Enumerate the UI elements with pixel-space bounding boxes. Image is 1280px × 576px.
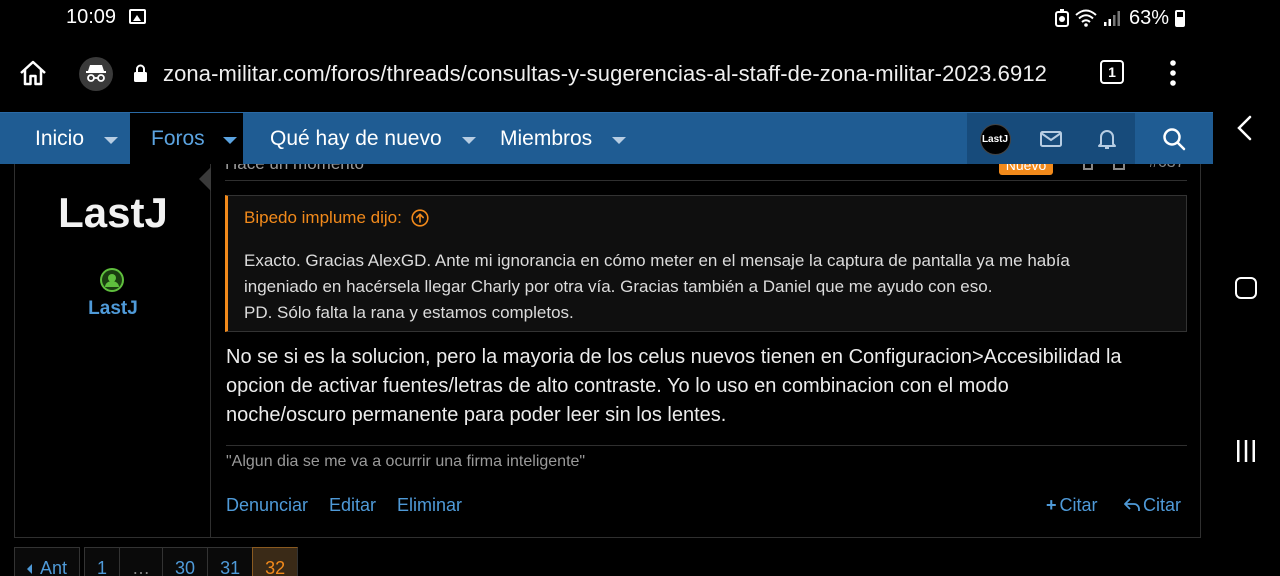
- status-indicators: 63%: [1055, 6, 1186, 30]
- reply-icon: [1124, 498, 1140, 511]
- nav-item-miembros[interactable]: Miembros: [500, 113, 627, 165]
- username-link[interactable]: LastJ: [15, 298, 211, 320]
- post-number[interactable]: #637: [1149, 164, 1185, 172]
- battery-saver-icon: [1055, 9, 1069, 27]
- signature: "Algun dia se me va a ocurrir una firma …: [226, 445, 1187, 471]
- alerts-button[interactable]: [1079, 113, 1135, 165]
- search-button[interactable]: [1135, 113, 1213, 165]
- quote-body: Exacto. Gracias AlexGD. Ante mi ignoranc…: [244, 248, 1174, 326]
- nav-item-inicio[interactable]: Inicio: [35, 113, 119, 165]
- browser-url-bar: zona-militar.com/foros/threads/consultas…: [0, 36, 1213, 112]
- chevron-down-icon[interactable]: [612, 136, 627, 144]
- post-body-line: noche/oscuro permanente para poder leer …: [226, 404, 727, 426]
- report-link[interactable]: Denunciar: [226, 495, 308, 516]
- tabs-count-icon[interactable]: 1: [1100, 60, 1124, 84]
- account-button[interactable]: LastJ: [967, 113, 1023, 165]
- edit-link[interactable]: Editar: [329, 495, 376, 516]
- url-text[interactable]: zona-militar.com/foros/threads/consultas…: [163, 61, 1047, 87]
- post-body-line: No se si es la solucion, pero la mayoria…: [226, 346, 1122, 368]
- page-ellipsis-button[interactable]: …: [119, 547, 163, 576]
- wifi-icon: [1075, 9, 1097, 27]
- post-header: Hace un momento Nuevo #637: [225, 164, 1187, 181]
- bell-icon: [1098, 130, 1116, 149]
- chevron-left-icon: [27, 564, 32, 574]
- forum-nav: Inicio Foros Qué hay de nuevo Miembros L…: [0, 112, 1213, 165]
- prev-page-button[interactable]: Ant: [14, 547, 81, 576]
- page-numbers: 1 … 30 31 32: [84, 547, 299, 576]
- current-page-button[interactable]: 32: [252, 547, 299, 576]
- quote-button[interactable]: Citar: [1124, 495, 1181, 516]
- signal-icon: [1104, 11, 1120, 26]
- quote-line: PD. Sólo falta la rana y estamos complet…: [244, 303, 574, 322]
- quote-header[interactable]: Bipedo implume dijo:: [244, 208, 429, 228]
- chevron-down-icon[interactable]: [104, 136, 119, 144]
- android-home-icon[interactable]: [1235, 277, 1257, 299]
- envelope-icon: [1040, 131, 1062, 147]
- bookmark-icon[interactable]: [1113, 164, 1125, 170]
- prev-page-label: Ant: [40, 558, 68, 576]
- nav-item-label: Qué hay de nuevo: [270, 127, 442, 150]
- forum-page: Inicio Foros Qué hay de nuevo Miembros L…: [0, 112, 1213, 576]
- avatar: LastJ: [979, 123, 1011, 155]
- new-badge: Nuevo: [999, 164, 1053, 175]
- chevron-down-icon[interactable]: [222, 136, 237, 144]
- multiquote-label: Citar: [1059, 495, 1098, 515]
- page-button[interactable]: 30: [162, 547, 208, 576]
- quote-line: Exacto. Gracias AlexGD. Ante mi ignoranc…: [244, 251, 1070, 270]
- post: LastJ LastJ Hace un momento Nuevo #637 B…: [14, 164, 1201, 538]
- multiquote-button[interactable]: + Citar: [1046, 495, 1098, 516]
- quote-author[interactable]: Bipedo implume dijo:: [244, 208, 402, 228]
- more-menu-icon[interactable]: [1163, 58, 1183, 88]
- home-icon[interactable]: [18, 58, 48, 88]
- arrow-up-circle-icon[interactable]: [411, 209, 429, 227]
- status-bar: 10:09 63%: [0, 0, 1213, 36]
- delete-link[interactable]: Eliminar: [397, 495, 462, 516]
- inbox-button[interactable]: [1023, 113, 1079, 165]
- lock-icon: [134, 64, 147, 82]
- battery-percent: 63%: [1129, 6, 1170, 29]
- quote-block: Bipedo implume dijo: Exacto. Gracias Ale…: [225, 195, 1187, 332]
- image-notification-icon: [129, 9, 146, 24]
- status-time: 10:09: [66, 6, 117, 28]
- pointer-arrow-icon: [199, 167, 211, 191]
- quote-line: ingeniado en hacérsela llegar Charly por…: [244, 277, 993, 296]
- post-body: No se si es la solucion, pero la mayoria…: [226, 343, 1186, 430]
- post-user-panel: LastJ LastJ: [15, 164, 211, 537]
- share-icon[interactable]: [1083, 164, 1093, 170]
- user-avatar-text[interactable]: LastJ: [15, 189, 211, 237]
- nav-item-label: Inicio: [35, 127, 85, 150]
- nav-tools: LastJ: [967, 113, 1213, 165]
- pagination: Ant 1 … 30 31 32: [14, 547, 299, 576]
- nav-item-foros[interactable]: Foros: [130, 113, 243, 165]
- incognito-icon[interactable]: [79, 57, 113, 91]
- post-actions: Denunciar Editar Eliminar + Citar Citar: [226, 495, 1188, 521]
- post-time[interactable]: Hace un momento: [225, 164, 364, 174]
- page-button[interactable]: 31: [207, 547, 253, 576]
- battery-icon: [1175, 9, 1186, 27]
- online-status-icon: [100, 268, 124, 292]
- recents-icon[interactable]: [1235, 439, 1257, 463]
- nav-item-que-hay-de-nuevo[interactable]: Qué hay de nuevo: [270, 113, 476, 165]
- search-icon: [1163, 128, 1186, 151]
- android-nav-bar: [1213, 0, 1280, 576]
- chevron-down-icon[interactable]: [461, 136, 476, 144]
- plus-icon: +: [1046, 495, 1057, 515]
- page-button[interactable]: 1: [84, 547, 120, 576]
- post-body-line: opcion de activar fuentes/letras de alto…: [226, 375, 1009, 397]
- quote-label: Citar: [1143, 495, 1182, 515]
- back-icon[interactable]: [1235, 115, 1255, 141]
- nav-item-label: Miembros: [500, 127, 593, 150]
- nav-item-label: Foros: [151, 127, 205, 150]
